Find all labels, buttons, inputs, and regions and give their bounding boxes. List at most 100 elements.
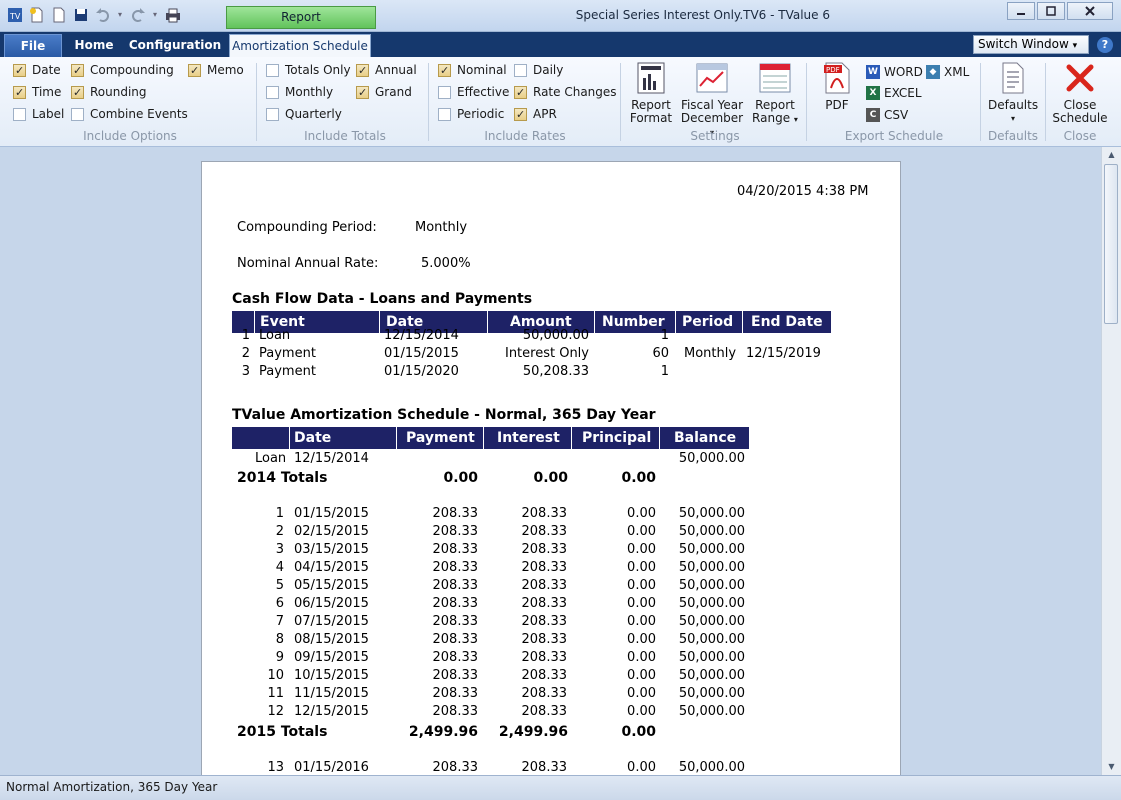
time-label: Time: [32, 85, 62, 99]
annual-checkbox[interactable]: Annual: [356, 62, 417, 78]
amort-header-principal: Principal: [582, 430, 652, 446]
switch-window-button[interactable]: Switch Window ▾: [973, 35, 1089, 54]
vertical-scrollbar[interactable]: ▲ ▼: [1101, 147, 1121, 775]
group-separator: [980, 63, 981, 141]
scroll-up-icon[interactable]: ▲: [1102, 147, 1121, 163]
daily-checkbox[interactable]: Daily: [514, 62, 563, 78]
checkbox-checked: [514, 107, 527, 121]
scroll-down-icon[interactable]: ▼: [1102, 759, 1121, 775]
cashflow-row-number-of: 1: [660, 364, 669, 379]
checkbox-checked: [438, 63, 451, 77]
combine-events-checkbox[interactable]: Combine Events: [71, 106, 188, 122]
row-principal: 0.00: [627, 578, 656, 593]
apr-checkbox[interactable]: APR: [514, 106, 557, 122]
row-principal: 0.00: [627, 668, 656, 683]
undo-icon[interactable]: [94, 6, 111, 23]
row-number: 12: [267, 704, 284, 719]
scrollbar-thumb[interactable]: [1104, 164, 1118, 324]
export-word-button[interactable]: W WORD: [866, 65, 923, 79]
app-icon[interactable]: TV: [6, 6, 23, 23]
export-excel-button[interactable]: X EXCEL: [866, 86, 922, 100]
close-window-icon[interactable]: [1067, 2, 1113, 20]
row-interest: 208.33: [521, 560, 568, 575]
row-date: 12/15/2015: [294, 704, 369, 719]
amortization-section-title: TValue Amortization Schedule - Normal, 3…: [232, 407, 656, 423]
row-payment: 208.33: [432, 560, 479, 575]
undo-dropdown-icon[interactable]: ▾: [116, 6, 124, 23]
row-date: 03/15/2015: [294, 542, 369, 557]
save-icon[interactable]: [72, 6, 89, 23]
row-payment: 208.33: [432, 650, 479, 665]
row-number: 9: [275, 650, 284, 665]
maximize-icon[interactable]: [1037, 2, 1065, 20]
minimize-icon[interactable]: [1007, 2, 1035, 20]
report-format-button[interactable]: Report Format: [628, 61, 674, 125]
nominal-checkbox[interactable]: Nominal: [438, 62, 507, 78]
tab-home[interactable]: Home: [66, 34, 122, 57]
date-checkbox[interactable]: Date: [13, 62, 61, 78]
apr-label: APR: [533, 107, 557, 121]
help-icon[interactable]: ?: [1097, 37, 1113, 53]
ribbon: Date Time Label Compounding Rounding Com…: [0, 57, 1121, 147]
close-schedule-button[interactable]: Close Schedule: [1052, 61, 1108, 125]
amortization-header: Date Payment Interest Principal Balance: [232, 427, 749, 449]
row-interest: 208.33: [521, 650, 568, 665]
report-context-tab[interactable]: Report: [226, 6, 376, 29]
grand-label: Grand: [375, 85, 412, 99]
quarterly-checkbox[interactable]: Quarterly: [266, 106, 342, 122]
header-divider: [571, 427, 572, 449]
export-xml-button[interactable]: ◆ XML: [926, 65, 969, 79]
xml-icon: ◆: [926, 65, 940, 79]
status-bar: Normal Amortization, 365 Day Year: [0, 775, 1121, 800]
row-interest: 208.33: [521, 614, 568, 629]
periodic-checkbox[interactable]: Periodic: [438, 106, 504, 122]
row-principal: 0.00: [627, 632, 656, 647]
row-interest: 208.33: [521, 704, 568, 719]
report-range-button[interactable]: Report Range ▾: [752, 61, 798, 126]
tab-configuration[interactable]: Configuration: [128, 34, 222, 57]
rounding-checkbox[interactable]: Rounding: [71, 84, 147, 100]
ribbon-tab-row: File Home Configuration Amortization Sch…: [0, 32, 1121, 57]
tab-file[interactable]: File: [4, 34, 62, 57]
nominal-label: Nominal: [457, 63, 507, 77]
totals-only-checkbox[interactable]: Totals Only: [266, 62, 351, 78]
export-csv-button[interactable]: C CSV: [866, 108, 908, 122]
fiscal-year-button[interactable]: Fiscal Year December ▾: [678, 61, 746, 139]
row-payment: 208.33: [432, 686, 479, 701]
row-principal: 0.00: [627, 614, 656, 629]
row-interest: 208.33: [521, 632, 568, 647]
checkbox-checked: [71, 85, 84, 99]
label-checkbox[interactable]: Label: [13, 106, 64, 122]
switch-window-label: Switch Window: [978, 37, 1069, 51]
cashflow-row-number: 1: [241, 328, 250, 343]
row-interest: 208.33: [521, 760, 568, 775]
cashflow-row-amount: Interest Only: [504, 346, 589, 361]
memo-checkbox[interactable]: Memo: [188, 62, 244, 78]
rounding-label: Rounding: [90, 85, 147, 99]
compounding-checkbox[interactable]: Compounding: [71, 62, 174, 78]
effective-checkbox[interactable]: Effective: [438, 84, 509, 100]
open-file-icon[interactable]: [50, 6, 67, 23]
monthly-checkbox[interactable]: Monthly: [266, 84, 333, 100]
combine-events-label: Combine Events: [90, 107, 188, 121]
cashflow-row-end-date: 12/15/2019: [746, 346, 821, 361]
row-number: 7: [275, 614, 284, 629]
checkbox-unchecked: [13, 107, 26, 121]
rate-changes-checkbox[interactable]: Rate Changes: [514, 84, 617, 100]
print-icon[interactable]: [164, 6, 181, 23]
export-pdf-button[interactable]: PDF PDF: [818, 61, 856, 112]
redo-icon[interactable]: [129, 6, 146, 23]
tab-amortization-schedule[interactable]: Amortization Schedule: [229, 34, 371, 57]
header-divider: [483, 427, 484, 449]
row-balance: 50,000.00: [678, 650, 745, 665]
redo-dropdown-icon[interactable]: ▾: [151, 6, 159, 23]
memo-label: Memo: [207, 63, 244, 77]
pdf-icon: PDF: [820, 61, 854, 95]
row-number: 2: [275, 524, 284, 539]
defaults-button[interactable]: Defaults ▾: [988, 61, 1038, 125]
xml-label: XML: [944, 65, 970, 79]
group-separator: [620, 63, 621, 141]
new-file-icon[interactable]: [28, 6, 45, 23]
time-checkbox[interactable]: Time: [13, 84, 61, 100]
grand-checkbox[interactable]: Grand: [356, 84, 412, 100]
